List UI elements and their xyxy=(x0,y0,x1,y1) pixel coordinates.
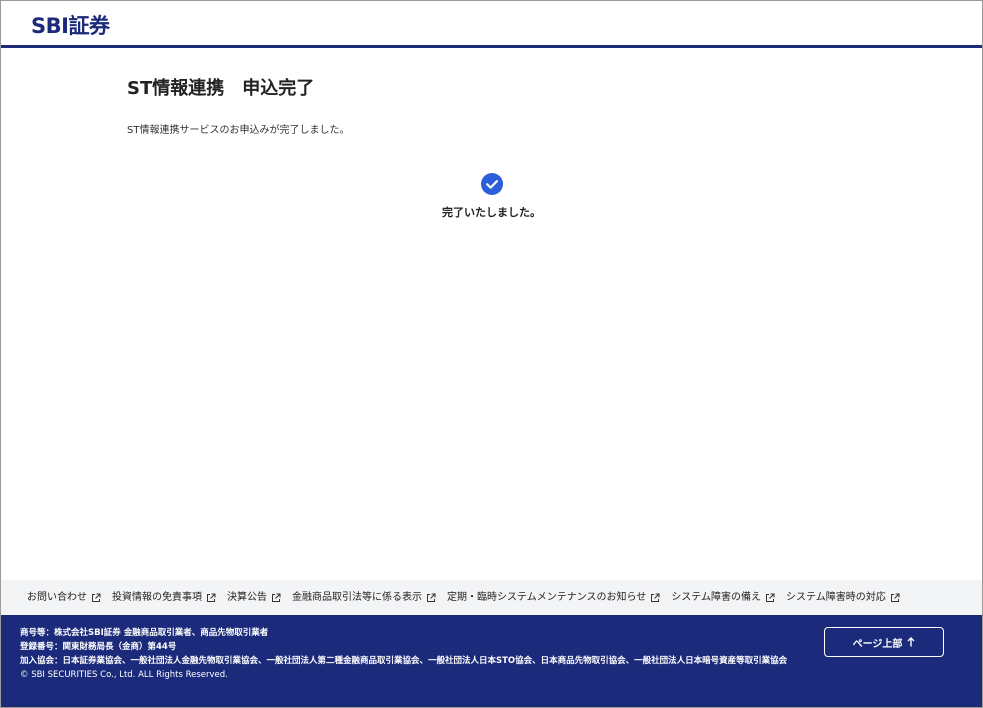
completion-message: ST情報連携サービスのお申込みが完了しました。 xyxy=(127,125,350,136)
footer-link-failure-preparation[interactable]: システム障害の備え xyxy=(671,591,775,605)
registration-number: 登録番号：関東財務局長（金商）第44号 xyxy=(20,642,177,652)
footer-link-label: 金融商品取引法等に係る表示 xyxy=(292,591,422,603)
sbi-logo[interactable]: SBI証券 xyxy=(31,14,110,38)
copyright: © SBI SECURITIES Co., Ltd. ALL Rights Re… xyxy=(20,670,228,680)
page-top-button[interactable]: ページ上部 xyxy=(824,627,944,657)
footer-link-label: お問い合わせ xyxy=(27,591,87,603)
logo-text: SBI証券 xyxy=(31,14,110,38)
external-link-icon xyxy=(207,593,216,602)
page-top-label: ページ上部 xyxy=(852,638,903,650)
footer-links: お問い合わせ 投資情報の免責事項 決算公告 金融商品取引法等に係る表示 定期・臨… xyxy=(1,580,982,615)
footer-link-failure-response[interactable]: システム障害時の対応 xyxy=(786,591,900,605)
footer-link-maintenance[interactable]: 定期・臨時システムメンテナンスのお知らせ xyxy=(447,591,660,605)
footer-link-disclaimer[interactable]: 投資情報の免責事項 xyxy=(112,591,216,605)
page-title: ST情報連携 申込完了 xyxy=(127,78,315,99)
external-link-icon xyxy=(890,593,900,602)
external-link-icon xyxy=(651,593,660,602)
footer-link-label: システム障害の備え xyxy=(671,591,762,603)
footer-link-label: システム障害時の対応 xyxy=(786,591,886,603)
footer-link-financial-notice[interactable]: 決算公告 xyxy=(227,591,281,605)
footer-link-label: 投資情報の免責事項 xyxy=(112,591,202,603)
footer-link-label: 決算公告 xyxy=(227,591,267,603)
complete-status: 完了いたしました。 xyxy=(1,173,982,220)
site-header: SBI証券 xyxy=(1,1,982,48)
member-associations: 加入協会：日本証券業協会、一般社団法人金融先物取引業協会、一般社団法人第二種金融… xyxy=(20,656,788,666)
footer-link-fiea-display[interactable]: 金融商品取引法等に係る表示 xyxy=(292,591,436,605)
external-link-icon xyxy=(272,593,281,602)
external-link-icon xyxy=(92,593,101,602)
complete-text: 完了いたしました。 xyxy=(442,206,541,219)
company-info: 商号等：株式会社SBI証券 金融商品取引業者、商品先物取引業者 登録番号：関東財… xyxy=(20,626,810,682)
arrow-up-icon xyxy=(907,637,915,647)
external-link-icon xyxy=(427,593,436,602)
footer-link-label: 定期・臨時システムメンテナンスのお知らせ xyxy=(447,591,647,603)
check-circle-icon xyxy=(480,173,503,195)
main-content: ST情報連携 申込完了 ST情報連携サービスのお申込みが完了しました。 xyxy=(127,77,857,138)
company-trade-name: 商号等：株式会社SBI証券 金融商品取引業者、商品先物取引業者 xyxy=(20,628,269,638)
external-link-icon xyxy=(766,593,775,602)
footer-link-contact[interactable]: お問い合わせ xyxy=(27,591,101,605)
site-footer: 商号等：株式会社SBI証券 金融商品取引業者、商品先物取引業者 登録番号：関東財… xyxy=(1,615,982,707)
